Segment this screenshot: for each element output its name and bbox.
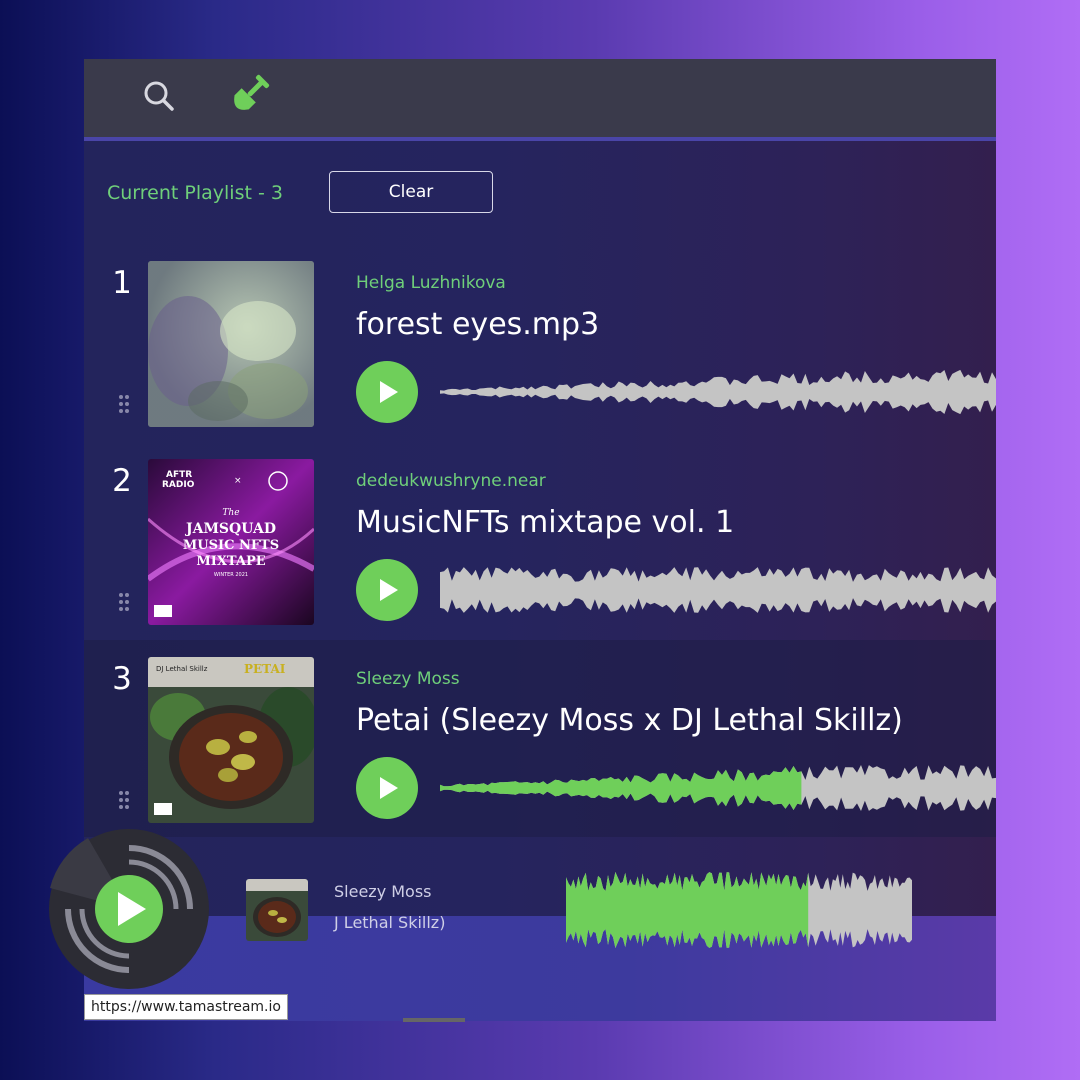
play-button[interactable] [356, 757, 418, 819]
svg-text:×: × [234, 476, 242, 486]
drag-handle-icon[interactable] [118, 592, 130, 612]
svg-text:RADIO: RADIO [162, 480, 195, 490]
track-row-active[interactable]: 3 DJ Lethal Skillz PETAI Sleezy Moss Pet… [84, 640, 996, 837]
play-icon [380, 777, 398, 799]
track-artist[interactable]: dedeukwushryne.near [356, 471, 546, 491]
top-toolbar [84, 59, 996, 141]
track-content: 3 DJ Lethal Skillz PETAI Sleezy Moss Pet… [84, 657, 996, 837]
track-row[interactable]: 2 AFTR RADIO × The JAMSQUAD MUSIC NFTS M… [84, 459, 996, 657]
status-url-tooltip: https://www.tamastream.io [84, 994, 288, 1020]
vinyl-disc-icon[interactable] [48, 828, 210, 990]
track-number: 1 [112, 265, 132, 301]
track-artist[interactable]: Sleezy Moss [356, 669, 460, 689]
track-cover-art: DJ Lethal Skillz PETAI [148, 657, 314, 823]
svg-text:PETAI: PETAI [244, 662, 286, 676]
track-cover-art: AFTR RADIO × The JAMSQUAD MUSIC NFTS MIX… [148, 459, 314, 625]
track-title[interactable]: MusicNFTs mixtape vol. 1 [356, 505, 734, 540]
play-button[interactable] [356, 361, 418, 423]
playlist-header: Current Playlist - 3 [107, 171, 283, 215]
track-title[interactable]: Petai (Sleezy Moss x DJ Lethal Skillz) [356, 703, 903, 738]
waveform[interactable] [440, 763, 996, 813]
track-title[interactable]: forest eyes.mp3 [356, 307, 599, 342]
waveform[interactable] [440, 367, 996, 417]
waveform-remaining [440, 567, 996, 613]
track-number: 3 [112, 661, 132, 697]
now-playing-title[interactable]: J Lethal Skillz) [334, 913, 445, 932]
drag-handle-icon[interactable] [118, 394, 130, 414]
play-icon [380, 579, 398, 601]
svg-text:WINTER 2021: WINTER 2021 [214, 572, 248, 578]
track-cover-art [148, 261, 314, 427]
shovel-icon[interactable] [226, 73, 270, 119]
play-button[interactable] [356, 559, 418, 621]
clear-button[interactable]: Clear [329, 171, 493, 213]
now-playing-artist[interactable]: Sleezy Moss [334, 882, 432, 901]
scroll-indicator[interactable] [403, 1018, 465, 1022]
track-row[interactable]: 1 Helga Luzhnikova forest eyes.mp3 [84, 261, 996, 459]
svg-text:AFTR: AFTR [166, 470, 192, 480]
playlist-title: Current Playlist - 3 [107, 182, 283, 204]
waveform-played [440, 766, 802, 810]
search-icon[interactable] [142, 79, 178, 115]
drag-handle-icon[interactable] [118, 790, 130, 810]
track-artist[interactable]: Helga Luzhnikova [356, 273, 506, 293]
waveform-played [566, 872, 809, 948]
now-playing-cover [246, 879, 308, 941]
now-playing-waveform[interactable] [566, 870, 912, 950]
waveform-remaining [440, 369, 996, 415]
svg-text:MIXTAPE: MIXTAPE [196, 554, 265, 569]
play-icon [380, 381, 398, 403]
track-number: 2 [112, 463, 132, 499]
svg-text:MUSIC NFTS: MUSIC NFTS [183, 538, 279, 553]
svg-text:JAMSQUAD: JAMSQUAD [184, 521, 276, 537]
waveform[interactable] [440, 565, 996, 615]
svg-text:The: The [222, 508, 239, 518]
svg-text:DJ Lethal Skillz: DJ Lethal Skillz [156, 665, 208, 673]
